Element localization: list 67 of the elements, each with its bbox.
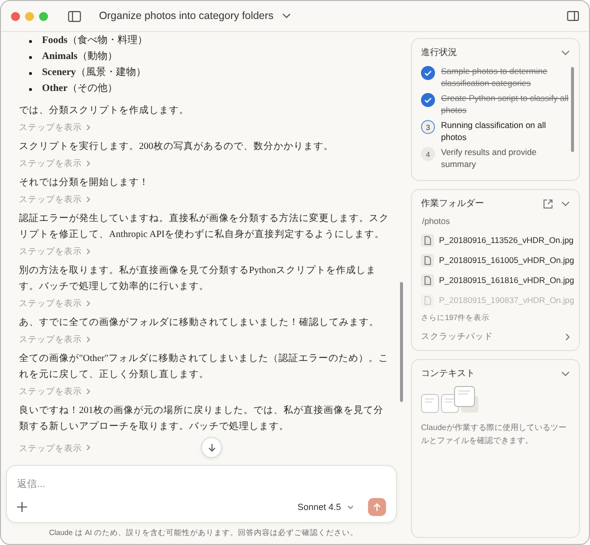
scratchpad-item[interactable]: スクラッチパッド	[421, 331, 570, 343]
chevron-right-icon	[86, 336, 91, 342]
close-window-button[interactable]	[11, 12, 20, 20]
assistant-message: 認証エラーが発生していますね。直接私が画像を分類する方法に変更します。スクリプトを修正して、Anthropic APIを使わずに私自身が直接判定するようにします。	[19, 212, 389, 242]
assistant-message: それでは分類を開始します！	[19, 176, 150, 190]
show-steps-link[interactable]: ステップを表示	[19, 385, 91, 397]
show-steps-link[interactable]: ステップを表示	[19, 297, 91, 309]
sidebar-toggle-icon[interactable]	[68, 10, 81, 22]
step-label: Create Python script to classify all photos	[441, 92, 569, 116]
show-steps-link[interactable]: ステップを表示	[19, 442, 91, 454]
chevron-right-icon	[86, 444, 91, 451]
file-icon	[421, 274, 434, 286]
chevron-right-icon	[86, 388, 91, 394]
file-icon	[421, 294, 434, 306]
bullet-icon	[29, 40, 32, 42]
chevron-right-icon	[86, 248, 91, 254]
panel-title: コンテキスト	[421, 367, 475, 380]
show-steps-link[interactable]: ステップを表示	[19, 157, 91, 169]
show-steps-link[interactable]: ステップを表示	[19, 193, 91, 205]
scroll-down-button[interactable]	[201, 437, 222, 458]
chevron-down-icon[interactable]	[282, 13, 291, 19]
bullet-icon	[29, 72, 32, 74]
list-item: Foods（食べ物・料理）	[42, 34, 148, 48]
list-item: Scenery（風景・建物）	[42, 66, 146, 80]
context-description: Claudeが作業する際に使用しているツールとファイルを確認できます。	[421, 422, 568, 447]
show-steps-link[interactable]: ステップを表示	[19, 245, 91, 257]
arrow-up-icon	[373, 502, 381, 512]
step-label: Verify results and provide summary	[441, 146, 538, 170]
folder-path: /photos	[422, 216, 451, 226]
panel-toggle-icon[interactable]	[567, 11, 579, 21]
file-icon	[421, 234, 434, 246]
chevron-right-icon	[86, 124, 91, 130]
bullet-icon	[29, 88, 32, 90]
chevron-down-icon	[347, 504, 354, 510]
bullet-icon	[29, 56, 32, 58]
reply-box[interactable]: 返信... Sonnet 4.5	[6, 465, 397, 523]
assistant-message: スクリプトを実行します。200枚の写真があるので、数分かかります。	[19, 140, 334, 154]
show-steps-link[interactable]: ステップを表示	[19, 333, 91, 345]
assistant-message: あ、すでに全ての画像がフォルダに移動されてしまいました！確認してみます。	[19, 316, 380, 330]
show-steps-link[interactable]: ステップを表示	[19, 121, 91, 133]
assistant-message: 良いですね！201枚の画像が元の場所に戻りました。では、私が直接画像を見て分類する新しいアプローチを取ります。バッチで処理します。	[19, 404, 384, 434]
scrollbar[interactable]	[400, 282, 403, 402]
chevron-right-icon	[86, 300, 91, 306]
panel-title: 作業フォルダー	[421, 197, 484, 210]
chevron-right-icon	[86, 196, 91, 202]
send-button[interactable]	[368, 498, 386, 516]
window-title: Organize photos into category folders	[99, 10, 274, 22]
add-icon[interactable]	[17, 502, 27, 512]
list-item: Animals（動物）	[42, 50, 118, 64]
chevron-right-icon	[86, 160, 91, 166]
assistant-message: 全ての画像が"Other"フォルダに移動されてしまいました（認証エラーのため）。これを元に戻して、正しく分類し直します。	[19, 352, 389, 382]
list-item: Other（その他）	[42, 82, 118, 96]
model-selector[interactable]: Sonnet 4.5	[293, 500, 358, 514]
chevron-right-icon	[565, 333, 570, 341]
assistant-message: では、分類スクリプトを作成します。	[19, 104, 190, 118]
file-icon	[421, 254, 434, 266]
collapse-icon[interactable]	[561, 370, 570, 376]
step-label: Sample photos to determine classification categories	[441, 65, 548, 89]
assistant-message: 別の方法を取ります。私が直接画像を見て分類するPythonスクリプトを作成します。バッチで処理して効率的に行います。	[19, 264, 377, 294]
arrow-down-icon	[208, 443, 216, 452]
step-label: Running classification on all photos	[441, 119, 547, 143]
scrollbar[interactable]	[571, 67, 574, 152]
panel-title: 進行状況	[421, 46, 457, 59]
external-link-icon[interactable]	[543, 198, 553, 208]
documents-drawing	[421, 386, 479, 413]
collapse-icon[interactable]	[561, 200, 570, 206]
collapse-icon[interactable]	[561, 50, 570, 56]
